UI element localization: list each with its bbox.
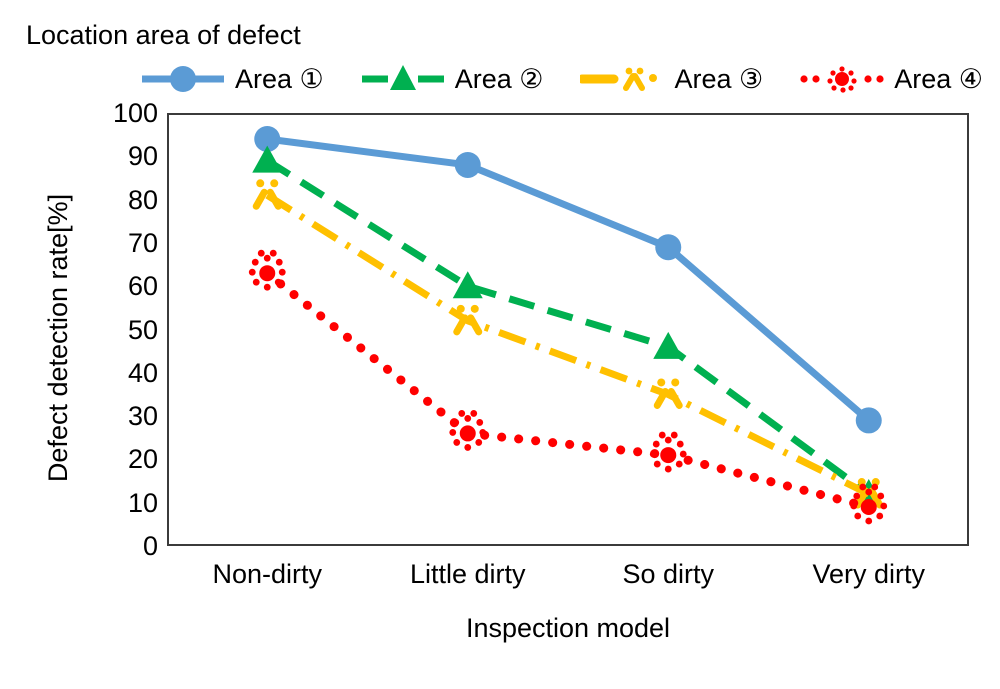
y-axis-tick-label: 50	[127, 314, 158, 345]
legend-swatch-area-3-icon	[579, 67, 657, 91]
x-axis-title: Inspection model	[465, 613, 671, 643]
legend-item-area-4[interactable]: Area ④	[799, 62, 983, 96]
chart-title: Location area of defect	[26, 20, 301, 50]
chart-legend: Area ① Area ② Area ③ Area ④	[140, 58, 990, 100]
legend-swatch-area-1-icon	[142, 66, 224, 92]
x-axis-tick-label: Very dirty	[812, 559, 926, 589]
plot-series-layer	[248, 125, 888, 525]
legend-label-area-2: Area ②	[454, 64, 544, 94]
y-axis-tick-labels: 0 10 20 30 40 50 60 70 80 90 100	[70, 98, 158, 561]
y-axis-tick-label: 10	[127, 487, 158, 518]
x-axis-tick-label: Non-dirty	[212, 559, 323, 589]
legend-swatch-area-2-icon	[361, 65, 444, 90]
series-area-④	[248, 249, 888, 525]
y-axis-tick-label: 60	[127, 271, 158, 302]
chart-figure: Location area of defect Area ① Area ② Ar…	[0, 0, 1000, 689]
y-axis-tick-label: 100	[112, 98, 158, 128]
legend-label-area-3: Area ③	[674, 64, 764, 94]
y-axis-tick-label: 90	[127, 141, 158, 172]
series-area-③	[252, 179, 884, 509]
legend-item-area-1[interactable]: Area ①	[140, 62, 324, 96]
y-axis-tick-label: 80	[127, 184, 158, 215]
legend-label-area-4: Area ④	[894, 64, 983, 94]
series-area-②	[252, 145, 884, 507]
y-axis-tick-label: 0	[142, 531, 158, 561]
y-axis-tick-label: 70	[127, 227, 158, 258]
y-axis-tick-label: 30	[127, 401, 158, 432]
x-axis-tick-label: So dirty	[622, 559, 715, 589]
y-axis-title: Defect detection rate[%]	[43, 193, 73, 483]
legend-item-area-3[interactable]: Area ③	[579, 62, 764, 96]
series-area-①	[254, 125, 882, 434]
y-axis-tick-label: 40	[127, 357, 158, 388]
legend-swatch-area-4-icon	[800, 66, 884, 93]
y-axis-tick-label: 20	[127, 444, 158, 475]
legend-label-area-1: Area ①	[235, 64, 324, 94]
x-axis-tick-label: Little dirty	[409, 559, 526, 589]
legend-item-area-2[interactable]: Area ②	[360, 62, 544, 96]
x-axis-tick-labels: Non-dirty Little dirty So dirty Very dirty	[167, 558, 969, 594]
